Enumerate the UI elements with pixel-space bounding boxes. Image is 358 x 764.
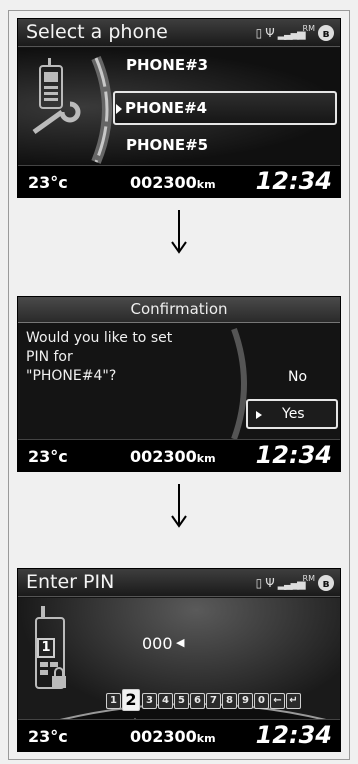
antenna-icon: Ψ bbox=[265, 26, 275, 40]
pin-entry-area: 1 000 ◀ 1 2 3 4 5 6 7 8 9 0 ← ↵ bbox=[18, 598, 340, 725]
no-option[interactable]: No bbox=[288, 369, 307, 385]
pin-digit-key[interactable]: 7 bbox=[206, 693, 221, 709]
pin-digit-key[interactable]: 0 bbox=[254, 693, 269, 709]
phone-number-badge: 1 bbox=[37, 638, 55, 658]
odometer: 002300km bbox=[130, 727, 216, 746]
dialog-message: Would you like to set PIN for "PHONE#4"? bbox=[26, 330, 173, 384]
status-icons: ▯ Ψ ▂▃▄▅ RM ʙ bbox=[256, 573, 334, 593]
down-arrow-icon bbox=[171, 484, 187, 528]
pin-digit-key[interactable]: 8 bbox=[222, 693, 237, 709]
signal-bars-icon: ▂▃▄▅ bbox=[277, 576, 306, 590]
phone-settings-icon bbox=[32, 56, 112, 164]
pin-digit-key[interactable]: 6 bbox=[190, 693, 205, 709]
pin-digit-key[interactable]: 3 bbox=[142, 693, 157, 709]
pin-digit-key[interactable]: 2 bbox=[122, 689, 140, 711]
screen-title: Enter PIN bbox=[26, 571, 115, 593]
title-bar: Enter PIN ▯ Ψ ▂▃▄▅ RM ʙ bbox=[18, 569, 340, 597]
pin-digit-key[interactable]: 4 bbox=[158, 693, 173, 709]
clock: 12:34 bbox=[255, 721, 332, 749]
pin-display: 000 bbox=[142, 634, 173, 653]
temperature: 23°c bbox=[28, 173, 68, 192]
bluetooth-icon: ʙ bbox=[318, 575, 334, 591]
odometer: 002300km bbox=[130, 447, 216, 466]
signal-bars-icon: ▂▃▄▅ bbox=[277, 26, 306, 40]
title-bar: Select a phone ▯ Ψ ▂▃▄▅ RM ʙ bbox=[18, 19, 340, 47]
roaming-label: RM bbox=[302, 573, 315, 583]
pin-digit-key[interactable]: ↵ bbox=[286, 693, 301, 709]
dialog-title: Confirmation bbox=[18, 297, 340, 323]
clock: 12:34 bbox=[255, 167, 332, 195]
antenna-icon: Ψ bbox=[265, 576, 275, 590]
status-icons: ▯ Ψ ▂▃▄▅ RM ʙ bbox=[256, 23, 334, 43]
down-arrow-icon bbox=[171, 210, 187, 254]
odometer: 002300km bbox=[130, 173, 216, 192]
info-footer: 23°c 002300km 12:34 bbox=[18, 719, 340, 751]
phone-list-item-selected[interactable]: PHONE#4 bbox=[113, 91, 337, 125]
yes-option[interactable]: Yes bbox=[246, 399, 338, 429]
confirmation-screen: Confirmation Would you like to set PIN f… bbox=[17, 296, 341, 472]
pin-digit-key[interactable]: 1 bbox=[106, 693, 121, 709]
select-phone-screen: Select a phone ▯ Ψ ▂▃▄▅ RM ʙ PHONE#3 PHO… bbox=[17, 18, 341, 198]
info-footer: 23°c 002300km 12:34 bbox=[18, 165, 340, 197]
phone-icon: ▯ bbox=[255, 26, 263, 40]
phone-list-item[interactable]: PHONE#3 bbox=[126, 56, 208, 74]
temperature: 23°c bbox=[28, 447, 68, 466]
pin-cursor-icon: ◀ bbox=[176, 636, 185, 649]
phone-list-item[interactable]: PHONE#5 bbox=[126, 136, 208, 154]
screen-title: Select a phone bbox=[26, 21, 168, 43]
pin-digit-key[interactable]: ← bbox=[270, 693, 285, 709]
temperature: 23°c bbox=[28, 727, 68, 746]
phone-icon: ▯ bbox=[255, 576, 263, 590]
clock: 12:34 bbox=[255, 441, 332, 469]
pin-digit-key[interactable]: 9 bbox=[238, 693, 253, 709]
pin-digit-key[interactable]: 5 bbox=[174, 693, 189, 709]
info-footer: 23°c 002300km 12:34 bbox=[18, 439, 340, 471]
phone-list-area: PHONE#3 PHONE#4 PHONE#5 bbox=[18, 48, 340, 166]
roaming-label: RM bbox=[302, 23, 315, 33]
enter-pin-screen: Enter PIN ▯ Ψ ▂▃▄▅ RM ʙ 1 000 ◀ 12345678… bbox=[17, 568, 341, 752]
bluetooth-icon: ʙ bbox=[318, 25, 334, 41]
